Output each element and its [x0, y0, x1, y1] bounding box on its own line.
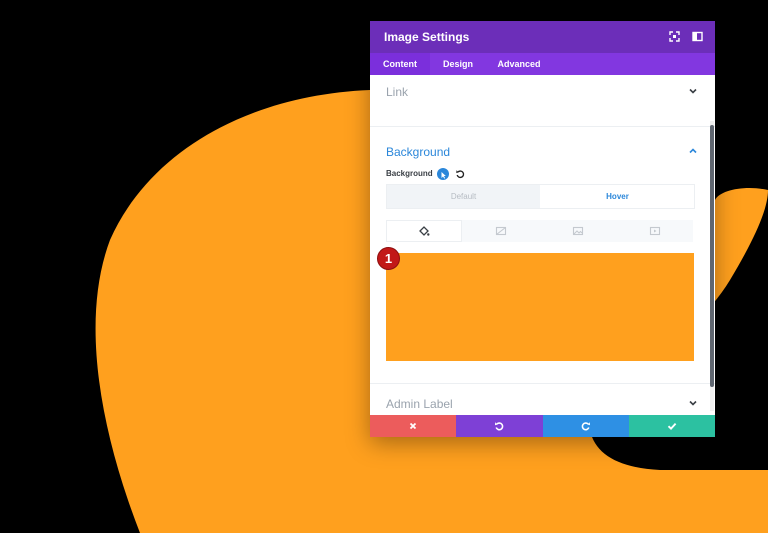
section-divider	[370, 126, 715, 127]
tab-content[interactable]: Content	[370, 53, 430, 75]
tab-advanced[interactable]: Advanced	[486, 53, 552, 75]
background-section-title: Background	[386, 145, 451, 159]
bg-type-color-tab[interactable]	[386, 220, 462, 242]
modal-content: Link Background Background Default Hover	[370, 75, 715, 415]
modal-footer	[370, 415, 715, 437]
close-icon	[409, 422, 417, 430]
modal-header: Image Settings	[370, 21, 715, 53]
admin-label-section-header[interactable]: Admin Label	[386, 395, 698, 411]
link-section-title: Link	[386, 85, 409, 99]
undo-icon	[495, 422, 504, 431]
image-icon	[572, 226, 584, 236]
background-field-label: Background	[386, 169, 433, 178]
sidebar-toggle-icon[interactable]	[691, 30, 704, 43]
background-color-swatch[interactable]	[386, 253, 694, 361]
chevron-up-icon	[689, 148, 697, 154]
undo-button[interactable]	[456, 415, 543, 437]
admin-label-section-title: Admin Label	[386, 397, 453, 411]
scrollbar-thumb[interactable]	[710, 125, 714, 387]
chevron-down-icon	[689, 88, 697, 94]
step-marker-badge: 1	[377, 247, 400, 270]
background-type-tabs	[386, 220, 693, 242]
link-section-header[interactable]: Link	[386, 83, 698, 99]
background-section-header[interactable]: Background	[386, 143, 698, 159]
bg-type-image-tab[interactable]	[540, 220, 616, 242]
hover-pointer-icon[interactable]	[437, 168, 449, 180]
modal-title: Image Settings	[384, 30, 470, 44]
check-icon	[667, 422, 677, 430]
reset-icon[interactable]	[455, 169, 465, 179]
redo-icon	[581, 422, 590, 431]
section-divider	[370, 383, 715, 384]
paint-bucket-icon	[419, 226, 430, 236]
image-settings-modal: Image Settings Content Design Advanced L…	[370, 21, 715, 437]
gradient-icon	[495, 226, 507, 236]
save-button[interactable]	[628, 415, 715, 437]
discard-button[interactable]	[370, 415, 457, 437]
chevron-down-icon	[689, 400, 697, 406]
redo-button[interactable]	[542, 415, 629, 437]
bg-type-video-tab[interactable]	[617, 220, 693, 242]
toggle-hover-option[interactable]: Hover	[541, 185, 694, 208]
video-icon	[649, 226, 661, 236]
toggle-default-option[interactable]: Default	[387, 185, 540, 208]
modal-tab-bar: Content Design Advanced	[370, 53, 715, 75]
bg-type-gradient-tab[interactable]	[463, 220, 539, 242]
tab-design[interactable]: Design	[430, 53, 486, 75]
default-hover-toggle: Default Hover	[386, 184, 695, 209]
expand-icon[interactable]	[668, 30, 681, 43]
